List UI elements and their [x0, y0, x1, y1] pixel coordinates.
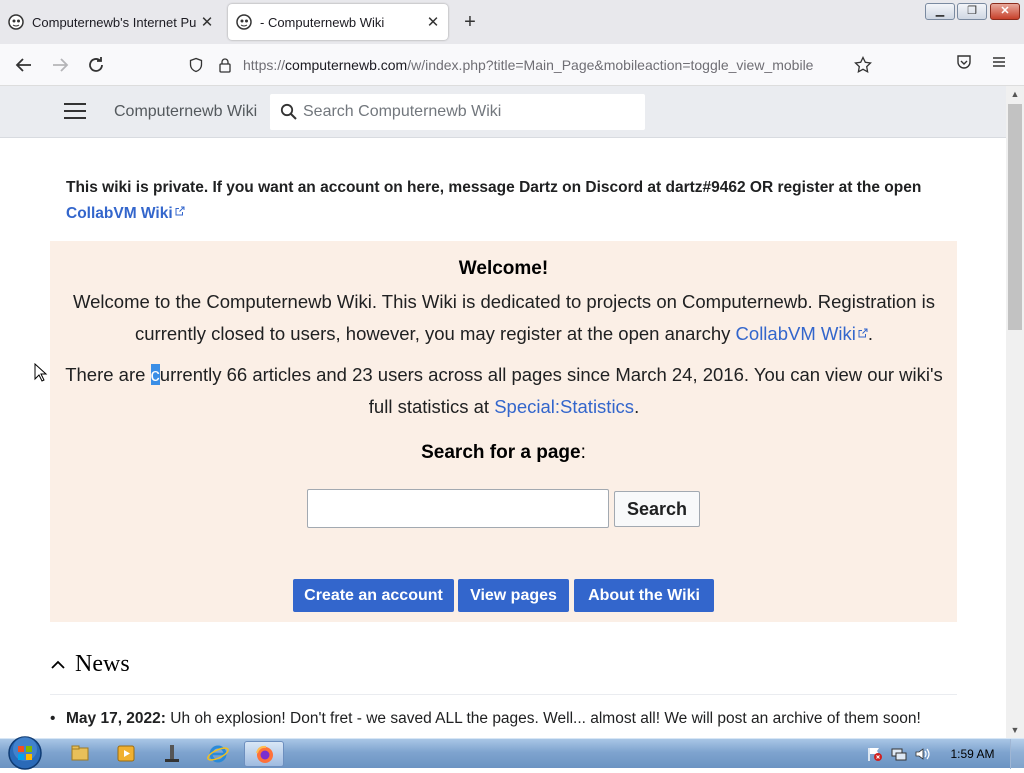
restore-window-button[interactable]: ❐ — [957, 3, 987, 20]
welcome-heading: Welcome! — [458, 258, 549, 279]
volume-icon[interactable] — [914, 746, 932, 762]
new-tab-icon[interactable]: + — [458, 10, 482, 34]
news-list-item: • May 17, 2022: Uh oh explosion! Don't fr… — [50, 710, 970, 728]
bookmark-star-icon[interactable] — [854, 56, 872, 74]
stats-paragraph: There are currently 66 articles and 23 u… — [64, 359, 944, 423]
taskbar-media-player[interactable] — [106, 741, 146, 767]
welcome-paragraph: Welcome to the Computernewb Wiki. This W… — [64, 286, 944, 350]
page-search-input[interactable] — [307, 489, 609, 528]
action-center-flag-icon[interactable] — [866, 746, 884, 762]
news-section-header[interactable]: News — [50, 649, 957, 695]
view-pages-button[interactable]: View pages — [458, 579, 569, 612]
media-player-icon — [117, 745, 135, 762]
search-icon — [280, 103, 297, 120]
bullet-icon: • — [50, 710, 56, 727]
internet-explorer-icon — [207, 745, 229, 763]
wiki-header: Computernewb Wiki — [0, 86, 1006, 138]
chevron-up-icon[interactable] — [50, 657, 66, 673]
scrollbar-thumb[interactable] — [1008, 104, 1022, 330]
external-link-icon — [858, 328, 868, 338]
stats-period: . — [634, 396, 640, 417]
show-desktop-button[interactable] — [1010, 739, 1024, 769]
collabvm-wiki-link-label: CollabVM Wiki — [735, 323, 856, 344]
reload-icon[interactable] — [84, 53, 108, 77]
navigation-toolbar: https://computernewb.com/w/index.php?tit… — [0, 44, 1024, 86]
network-icon[interactable] — [890, 746, 908, 762]
app-menu-icon[interactable] — [990, 53, 1008, 71]
taskbar-internet-explorer[interactable] — [198, 741, 238, 767]
tab-strip: Computernewb's Internet Pub H ✕ - Comput… — [0, 0, 1024, 44]
collabvm-wiki-link[interactable]: CollabVM Wiki — [66, 205, 185, 222]
tab-title: - Computernewb Wiki — [260, 14, 385, 30]
search-button[interactable]: Search — [614, 491, 700, 527]
about-wiki-button[interactable]: About the Wiki — [574, 579, 714, 612]
back-arrow-icon[interactable] — [12, 53, 36, 77]
special-statistics-link[interactable]: Special:Statistics — [494, 396, 634, 417]
address-bar[interactable]: https://computernewb.com/w/index.php?tit… — [178, 49, 878, 81]
taskbar-tool[interactable] — [152, 741, 192, 767]
page-viewport: Computernewb Wiki This wiki is private. … — [0, 86, 1006, 738]
news-heading: News — [75, 651, 130, 677]
firefox-icon — [256, 745, 273, 763]
close-window-button[interactable]: ✕ — [990, 3, 1020, 20]
url-text[interactable]: https://computernewb.com/w/index.php?tit… — [243, 57, 813, 73]
tab-computernewb-wiki[interactable]: - Computernewb Wiki ✕ — [228, 4, 448, 40]
lock-icon[interactable] — [218, 57, 232, 73]
close-tab-icon[interactable]: ✕ — [196, 13, 218, 31]
close-tab-icon[interactable]: ✕ — [422, 13, 444, 31]
start-button-icon[interactable] — [6, 735, 44, 771]
url-host: computernewb.com — [285, 57, 408, 73]
collabvm-wiki-link[interactable]: CollabVM Wiki — [736, 323, 868, 344]
scroll-down-arrow-icon[interactable]: ▼ — [1006, 722, 1024, 738]
tab-internet-pub[interactable]: Computernewb's Internet Pub H ✕ — [0, 4, 222, 40]
vertical-scrollbar[interactable]: ▲ ▼ — [1006, 86, 1024, 738]
folder-icon — [71, 745, 89, 761]
pocket-icon[interactable] — [955, 53, 973, 71]
wiki-search-box[interactable] — [270, 94, 645, 130]
windows-taskbar: 1:59 AM — [0, 735, 1024, 771]
taskbar-firefox[interactable] — [244, 741, 284, 767]
url-prefix: https:// — [243, 57, 286, 73]
computernewb-favicon-icon — [8, 14, 24, 30]
collabvm-wiki-link-label: CollabVM Wiki — [66, 205, 173, 222]
news-text: Uh oh explosion! Don't fret - we saved A… — [165, 710, 921, 727]
stats-text-start: There are — [65, 364, 151, 385]
mouse-cursor-icon — [34, 363, 48, 382]
tool-icon — [165, 745, 179, 762]
tracking-shield-icon[interactable] — [188, 57, 204, 73]
search-heading-colon: : — [580, 442, 586, 463]
main-menu-icon[interactable] — [64, 103, 86, 121]
notice-text: This wiki is private. If you want an acc… — [66, 179, 922, 196]
wiki-site-title[interactable]: Computernewb Wiki — [114, 103, 257, 121]
taskbar-explorer[interactable] — [60, 741, 100, 767]
text-selection: c — [150, 364, 160, 385]
welcome-intro-period: . — [867, 323, 873, 344]
tab-title: Computernewb's Internet Pub H — [32, 14, 196, 30]
welcome-box: Welcome! Welcome to the Computernewb Wik… — [50, 241, 957, 622]
create-account-button[interactable]: Create an account — [293, 579, 454, 612]
search-heading-text: Search for a page — [421, 442, 581, 463]
wiki-search-input[interactable] — [303, 94, 633, 130]
external-link-icon — [175, 206, 185, 216]
private-wiki-notice: This wiki is private. If you want an acc… — [66, 175, 966, 227]
taskbar-clock[interactable]: 1:59 AM — [940, 747, 1005, 761]
minimize-window-button[interactable]: ▁ — [925, 3, 955, 20]
news-date: May 17, 2022: — [66, 710, 166, 727]
forward-arrow-icon[interactable] — [48, 53, 72, 77]
url-path: /w/index.php?title=Main_Page&mobileactio… — [407, 57, 814, 73]
scroll-up-arrow-icon[interactable]: ▲ — [1006, 86, 1024, 102]
computernewb-favicon-icon — [236, 14, 252, 30]
search-for-page-heading: Search for a page: — [50, 442, 957, 464]
